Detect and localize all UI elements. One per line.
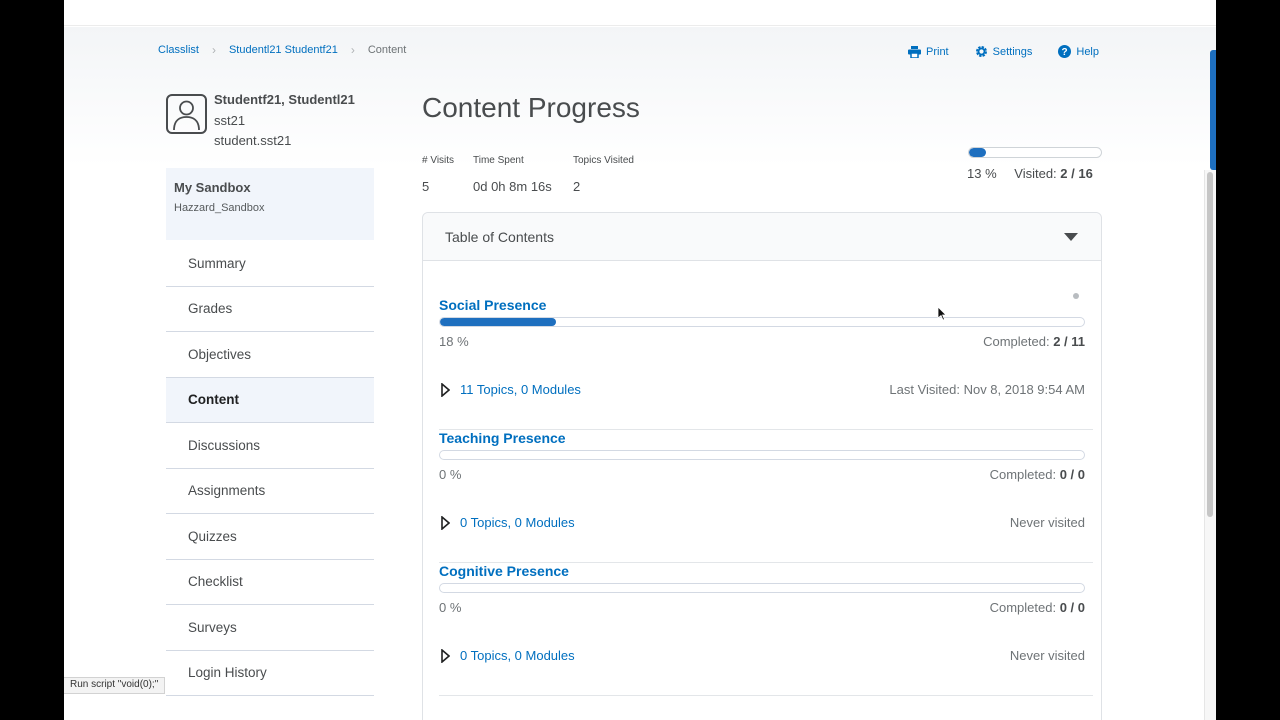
svg-text:?: ? — [1062, 47, 1068, 58]
caret-right-icon — [441, 515, 450, 530]
module-title[interactable]: Teaching Presence — [439, 430, 566, 446]
sidebar-item-surveys[interactable]: Surveys — [166, 605, 374, 651]
module-percent: 0 % — [439, 467, 462, 482]
help-icon: ? — [1058, 45, 1072, 58]
browser-edge-tab — [1210, 50, 1216, 170]
module-topics-label: 0 Topics, 0 Modules — [460, 515, 575, 530]
settings-label: Settings — [992, 45, 1033, 58]
page: Classlist › Studentl21 Studentf21 › Cont… — [64, 0, 1216, 720]
breadcrumb-classlist[interactable]: Classlist — [158, 44, 199, 56]
org-subtitle: Hazzard_Sandbox — [174, 202, 265, 214]
help-button[interactable]: ? Help — [1058, 45, 1099, 58]
caret-right-icon — [441, 648, 450, 663]
breadcrumb-current: Content — [367, 44, 407, 56]
overall-visited-value: 2 / 16 — [1060, 166, 1093, 181]
gear-icon — [975, 46, 987, 57]
module-completed: Completed: 0 / 0 — [990, 467, 1085, 482]
avatar — [166, 94, 207, 134]
time-spent-label: Time Spent — [473, 155, 524, 166]
print-label: Print — [926, 45, 949, 58]
user-placeholder-icon — [173, 100, 200, 131]
module-completed: Completed: 0 / 0 — [990, 600, 1085, 615]
overall-progress-bar — [968, 147, 1102, 158]
module-cognitive-presence: Cognitive Presence 0 % Completed: 0 / 0 … — [439, 563, 1093, 696]
module-last-visited: Last Visited: Nov 8, 2018 9:54 AM — [889, 382, 1085, 397]
settings-button[interactable]: Settings — [975, 45, 1033, 58]
overall-visited-label: Visited: — [1014, 166, 1057, 181]
module-teaching-presence: Teaching Presence 0 % Completed: 0 / 0 0… — [439, 430, 1093, 563]
breadcrumb-student[interactable]: Studentl21 Studentf21 — [229, 44, 338, 56]
org-title: My Sandbox — [174, 180, 251, 195]
scrollbar-thumb[interactable] — [1207, 172, 1213, 517]
completed-value: 2 / 11 — [1053, 334, 1085, 349]
sidebar-item-grades[interactable]: Grades — [166, 287, 374, 332]
overall-percent: 13 % — [967, 166, 997, 181]
top-band — [64, 0, 1216, 26]
caret-right-icon — [441, 382, 450, 397]
topics-visited-value: 2 — [573, 179, 581, 194]
module-topics-toggle[interactable]: 0 Topics, 0 Modules — [439, 648, 575, 663]
module-last-visited: Never visited — [1009, 648, 1085, 663]
caret-down-icon[interactable] — [1063, 232, 1079, 242]
module-title[interactable]: Social Presence — [439, 297, 546, 313]
completed-label: Completed: — [983, 334, 1050, 349]
user-username: sst21 — [214, 113, 246, 128]
module-progress-bar — [439, 583, 1085, 593]
sidebar-item-quizzes[interactable]: Quizzes — [166, 514, 374, 560]
module-title[interactable]: Cognitive Presence — [439, 563, 569, 579]
status-dot — [1073, 293, 1079, 299]
user-name: Studentf21, Studentl21 — [214, 92, 355, 107]
mouse-cursor-icon — [937, 306, 947, 321]
breadcrumb: Classlist › Studentl21 Studentf21 › Cont… — [158, 43, 406, 57]
sidebar-item-content[interactable]: Content — [166, 377, 374, 423]
breadcrumb-separator-icon: › — [350, 43, 355, 57]
completed-label: Completed: — [989, 600, 1057, 615]
visits-label: # Visits — [422, 155, 455, 166]
help-label: Help — [1076, 45, 1099, 58]
module-topics-label: 0 Topics, 0 Modules — [460, 648, 575, 663]
printer-icon — [908, 45, 921, 58]
toc-header[interactable]: Table of Contents — [423, 213, 1101, 261]
print-button[interactable]: Print — [908, 45, 949, 58]
module-topics-toggle[interactable]: 0 Topics, 0 Modules — [439, 515, 575, 530]
module-completed: Completed: 2 / 11 — [983, 334, 1085, 349]
module-progress-fill — [440, 318, 556, 326]
sidebar-item-summary[interactable]: Summary — [166, 241, 374, 287]
visits-value: 5 — [422, 179, 430, 194]
sidebar-item-checklist[interactable]: Checklist — [166, 560, 374, 605]
sidebar-item-objectives[interactable]: Objectives — [166, 332, 374, 378]
breadcrumb-separator-icon: › — [211, 43, 216, 57]
table-of-contents: Table of Contents Social Presence 18 % C… — [422, 212, 1102, 720]
sidebar-nav: Summary Grades Objectives Content Discus… — [166, 241, 374, 696]
browser-status-bar: Run script "void(0);" — [64, 677, 166, 694]
module-percent: 18 % — [439, 334, 469, 349]
completed-value: 0 / 0 — [1059, 467, 1085, 482]
overall-progress-fill — [969, 148, 987, 157]
module-last-visited: Never visited — [1009, 515, 1085, 530]
toc-title: Table of Contents — [445, 228, 554, 245]
topics-visited-label: Topics Visited — [573, 155, 634, 166]
completed-label: Completed: — [989, 467, 1057, 482]
module-progress-bar — [439, 450, 1085, 460]
org-unit-card: My Sandbox Hazzard_Sandbox — [166, 168, 374, 240]
time-spent-value: 0d 0h 8m 16s — [473, 179, 552, 194]
module-percent: 0 % — [439, 600, 462, 615]
sidebar-item-discussions[interactable]: Discussions — [166, 423, 374, 469]
page-actions: Print Settings ? Help — [908, 45, 1125, 58]
module-topics-label: 11 Topics, 0 Modules — [460, 382, 581, 397]
module-topics-toggle[interactable]: 11 Topics, 0 Modules — [439, 382, 581, 397]
completed-value: 0 / 0 — [1059, 600, 1085, 615]
user-email: student.sst21 — [214, 133, 292, 148]
module-progress-bar — [439, 317, 1085, 327]
page-title: Content Progress — [422, 92, 640, 123]
sidebar-item-login-history[interactable]: Login History — [166, 651, 374, 696]
overall-progress-text: 13 % Visited: 2 / 16 — [967, 166, 1093, 181]
module-social-presence: Social Presence 18 % Completed: 2 / 11 1… — [439, 293, 1093, 430]
sidebar-item-assignments[interactable]: Assignments — [166, 469, 374, 514]
